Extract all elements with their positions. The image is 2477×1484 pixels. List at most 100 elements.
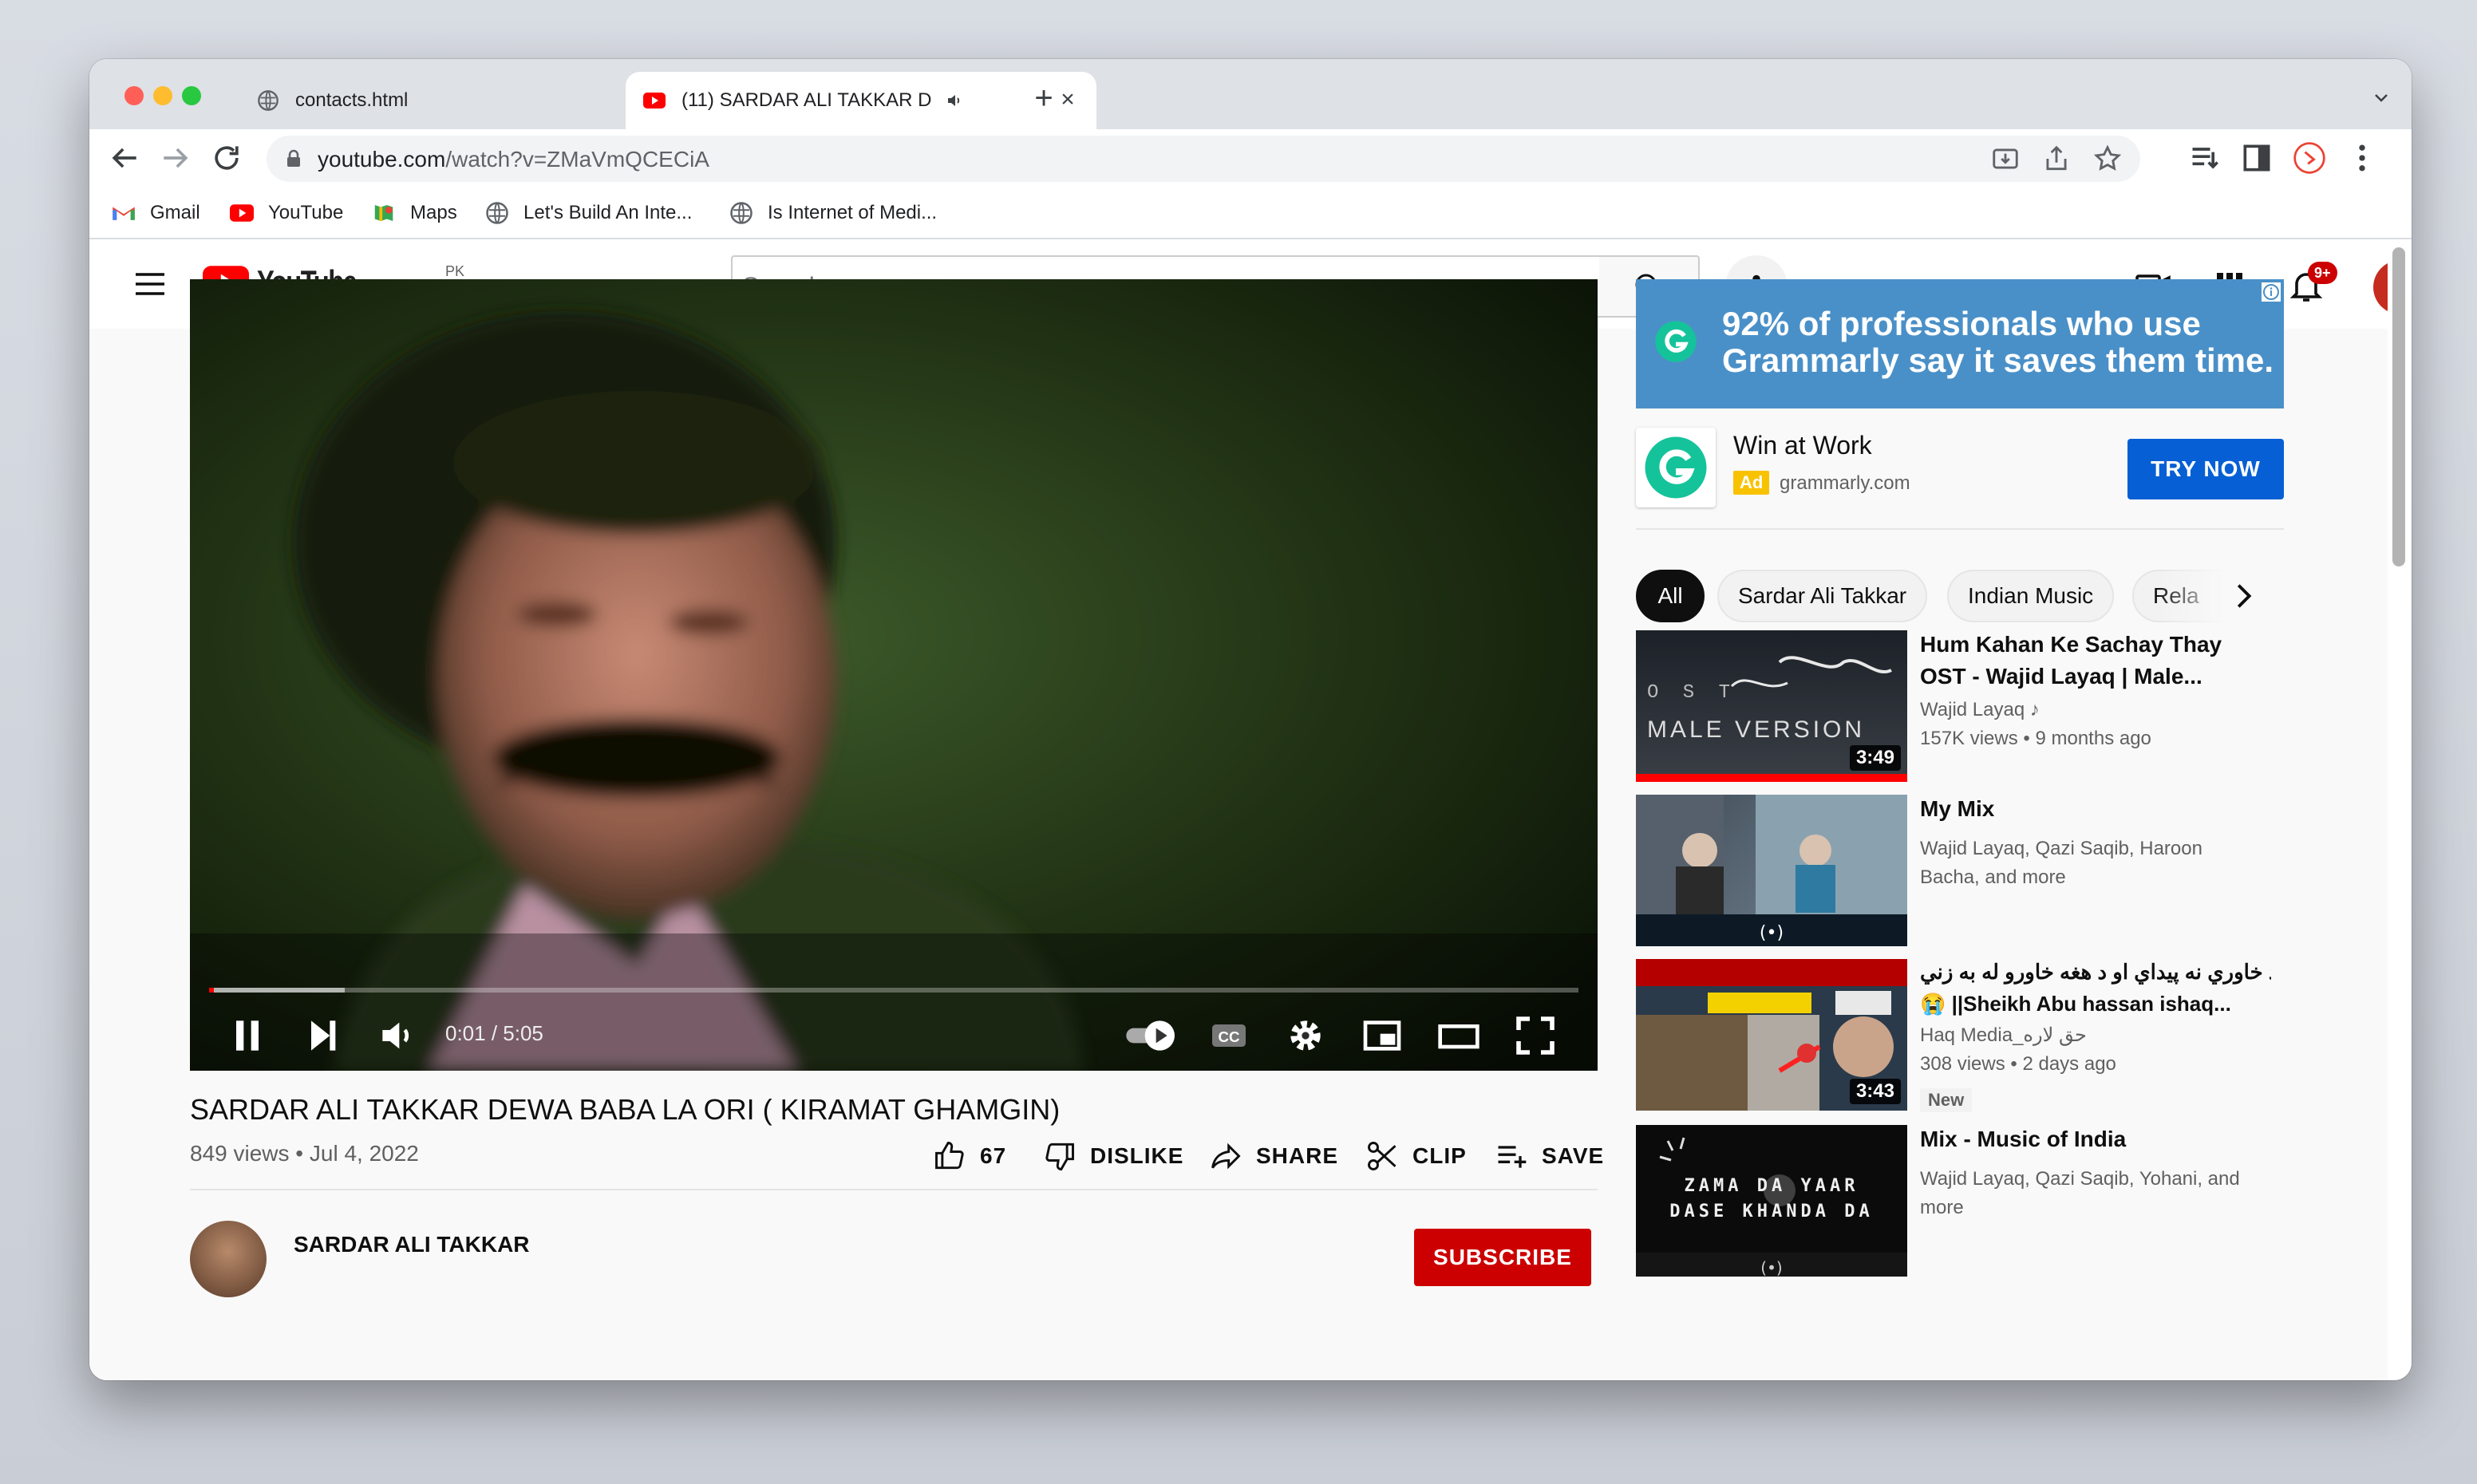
related-meta-line: Wajid Layaq, Qazi Saqib, Yohani, and: [1920, 1168, 2240, 1190]
related-meta-line: Wajid Layaq, Qazi Saqib, Haroon: [1920, 838, 2202, 859]
ad-info-icon[interactable]: [2262, 282, 2281, 302]
youtube-favicon-icon: [643, 93, 666, 109]
close-window-button[interactable]: [124, 86, 144, 105]
like-button[interactable]: 67: [932, 1136, 1006, 1176]
related-channel[interactable]: Wajid Layaq ♪: [1920, 696, 2271, 724]
more-vert-icon[interactable]: [2345, 140, 2380, 176]
video-frame: [190, 279, 1598, 1071]
fullscreen-icon[interactable]: [1513, 1013, 1558, 1058]
settings-gear-icon[interactable]: [1283, 1013, 1328, 1058]
zoom-window-button[interactable]: [182, 86, 201, 105]
subscribe-button[interactable]: SUBSCRIBE: [1414, 1229, 1591, 1286]
youtube-icon: [230, 204, 254, 222]
maps-icon: [374, 205, 393, 221]
miniplayer-icon[interactable]: [1360, 1013, 1404, 1058]
tab-youtube-video[interactable]: (11) SARDAR ALI TAKKAR D ×: [626, 72, 1096, 129]
related-thumbnail[interactable]: 3:43: [1636, 959, 1907, 1111]
chip-indian-music[interactable]: Indian Music: [1947, 570, 2115, 622]
bookmark-lets-build[interactable]: Let's Build An Inte...: [485, 198, 692, 228]
related-thumbnail[interactable]: (•): [1636, 795, 1907, 946]
forward-arrow-icon[interactable]: [158, 140, 193, 176]
advertiser-logo[interactable]: [1636, 428, 1716, 507]
related-meta: Haq Media_حق لاره 308 views • 2 days ago: [1920, 1021, 2271, 1079]
svg-text:CC: CC: [1219, 1028, 1240, 1045]
thumbnail-art: (•): [1636, 1137, 1907, 1277]
chip-all[interactable]: All: [1636, 570, 1705, 622]
like-count: 67: [980, 1143, 1007, 1168]
separator: [1636, 528, 2284, 530]
dislike-button[interactable]: DISLIKE: [1042, 1136, 1183, 1176]
bookmark-gmail[interactable]: Gmail: [112, 198, 200, 228]
share-button[interactable]: SHARE: [1208, 1136, 1338, 1176]
autoplay-toggle-icon[interactable]: [1122, 1013, 1183, 1058]
ad-banner-line-1: 92% of professionals who use: [1722, 305, 2201, 342]
related-title-line: Hum Kahan Ke Sachay Thay: [1920, 632, 2222, 657]
separator: [190, 1189, 1598, 1190]
channel-name[interactable]: SARDAR ALI TAKKAR: [294, 1232, 530, 1257]
bookmarks-bar: Gmail YouTube Maps Let's Build An Inte..…: [89, 188, 2412, 239]
volume-icon[interactable]: [375, 1013, 420, 1058]
video-title: SARDAR ALI TAKKAR DEWA BABA LA ORI ( KIR…: [190, 1093, 1061, 1126]
ad-badge: Ad: [1733, 471, 1770, 495]
account-avatar[interactable]: [2373, 260, 2388, 314]
related-title[interactable]: Mix - Music of India: [1920, 1123, 2271, 1155]
progress-track[interactable]: [209, 988, 1578, 993]
profile-avatar-icon[interactable]: [2292, 140, 2327, 176]
share-label: SHARE: [1256, 1143, 1339, 1168]
star-icon[interactable]: [2092, 144, 2123, 174]
related-thumbnail[interactable]: O S T MALE VERSION 3:49: [1636, 630, 1907, 782]
lock-icon[interactable]: [286, 149, 302, 168]
back-arrow-icon[interactable]: [107, 140, 142, 176]
reading-list-icon[interactable]: [2188, 140, 2223, 176]
chip-sardar-ali-takkar[interactable]: Sardar Ali Takkar: [1717, 570, 1928, 622]
share-arrow-icon: [1211, 1143, 1241, 1170]
related-title-line: 😭 ||Sheikh Abu hassan ishaq...: [1920, 992, 2231, 1016]
new-tab-button[interactable]: +: [1028, 82, 1060, 115]
grammarly-g-icon: [1655, 321, 1697, 362]
related-title[interactable]: Hum Kahan Ke Sachay Thay OST - Wajid Lay…: [1920, 629, 2271, 693]
related-title[interactable]: د خاوري نه پيداي او د هغه خاورو له به زن…: [1920, 956, 2271, 1020]
svg-text:(•): (•): [1760, 923, 1784, 943]
page-scrollbar[interactable]: [2388, 239, 2412, 1380]
bookmark-youtube[interactable]: YouTube: [230, 198, 343, 228]
hamburger-menu-icon[interactable]: [131, 265, 169, 303]
address-bar[interactable]: youtube.com/watch?v=ZMaVmQCECiA: [267, 136, 2140, 182]
related-channel[interactable]: Haq Media_حق لاره: [1920, 1021, 2271, 1050]
browser-window: contacts.html × (11) SARDAR ALI TAKKAR D…: [89, 59, 2412, 1380]
related-title-line: OST - Wajid Layaq | Male...: [1920, 664, 2202, 689]
tab-search-chevron-icon[interactable]: [2372, 88, 2391, 107]
bookmark-maps[interactable]: Maps: [372, 198, 457, 228]
theater-mode-icon[interactable]: [1436, 1013, 1481, 1058]
url-host: youtube.com: [318, 147, 446, 172]
scrollbar-thumb[interactable]: [2392, 247, 2405, 566]
speaker-icon[interactable]: [946, 91, 965, 110]
region-code: PK: [445, 263, 465, 279]
thumbnail-art: (•): [1636, 795, 1907, 946]
time-display: 0:01 / 5:05: [445, 1021, 543, 1045]
side-panel-icon[interactable]: [2239, 140, 2274, 176]
youtube-page: YouTube PK 9+: [89, 239, 2388, 1380]
clip-label: CLIP: [1412, 1143, 1467, 1168]
related-title[interactable]: My Mix: [1920, 793, 2271, 825]
related-thumbnail[interactable]: (•) ZAMA DA YAAR DASE KHANDA DA: [1636, 1125, 1907, 1277]
bookmark-label: Let's Build An Inte...: [523, 202, 693, 223]
clip-button[interactable]: CLIP: [1365, 1136, 1467, 1176]
pause-icon[interactable]: [225, 1013, 270, 1058]
save-button[interactable]: SAVE: [1494, 1136, 1604, 1176]
install-app-icon[interactable]: [1990, 144, 2021, 174]
next-video-icon[interactable]: [300, 1013, 345, 1058]
new-badge: New: [1920, 1088, 1973, 1112]
video-player[interactable]: 0:01 / 5:05 CC: [190, 279, 1598, 1071]
reload-icon[interactable]: [209, 140, 244, 176]
channel-avatar[interactable]: [190, 1221, 267, 1297]
try-now-button[interactable]: TRY NOW: [2127, 439, 2284, 499]
duration-badge: 3:49: [1849, 745, 1901, 771]
ad-banner[interactable]: 92% of professionals who use Grammarly s…: [1636, 279, 2284, 408]
bookmark-internet-medical[interactable]: Is Internet of Medi...: [729, 198, 937, 228]
minimize-window-button[interactable]: [153, 86, 172, 105]
ad-title[interactable]: Win at Work: [1733, 431, 1872, 460]
close-tab-icon[interactable]: ×: [1057, 88, 1079, 112]
captions-icon[interactable]: CC: [1207, 1013, 1251, 1058]
chevron-right-icon[interactable]: [2225, 578, 2262, 614]
share-icon[interactable]: [2041, 144, 2072, 174]
